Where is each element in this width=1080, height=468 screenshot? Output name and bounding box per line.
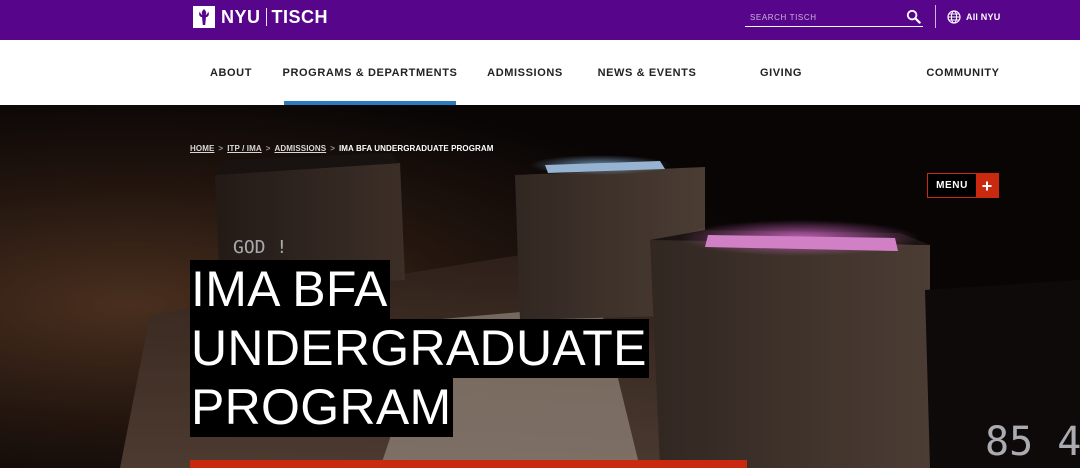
search-box [745,7,923,27]
breadcrumb: HOME > ITP / IMA > ADMISSIONS > IMA BFA … [190,142,494,154]
hero-background-image: GOD ! 85 4 [0,105,1080,468]
nav-admissions-label: ADMISSIONS [487,66,563,79]
breadcrumb-separator: > [330,143,335,153]
logo-nyu-text: NYU [221,7,261,27]
breadcrumb-current: IMA BFA UNDERGRADUATE PROGRAM [338,143,494,153]
top-bar: NYU TISCH All NYU [0,0,1080,40]
hero-accent-bar [190,460,747,468]
nav-news-events[interactable]: NEWS & EVENTS [592,40,702,105]
nav-giving[interactable]: GIVING [746,40,816,105]
search-input[interactable] [750,9,900,25]
breadcrumb-home[interactable]: HOME [190,144,214,153]
menu-label: MENU [936,180,968,191]
main-navigation: ABOUT PROGRAMS & DEPARTMENTS ADMISSIONS … [0,40,1080,105]
nav-admissions[interactable]: ADMISSIONS [478,40,572,105]
nav-programs-departments[interactable]: PROGRAMS & DEPARTMENTS [282,40,458,105]
top-bar-divider [935,5,936,28]
breadcrumb-separator: > [265,143,271,153]
hero-banner: GOD ! 85 4 HOME > ITP / IMA > ADMISSIONS… [0,105,1080,468]
section-menu-button[interactable]: MENU [927,173,999,198]
nyu-torch-icon [193,6,215,28]
nav-news-events-label: NEWS & EVENTS [597,66,697,79]
page-title-line-3: PROGRAM [190,378,454,437]
nav-programs-departments-label: PROGRAMS & DEPARTMENTS [282,66,458,79]
logo-divider [265,8,267,26]
search-icon[interactable] [906,9,921,24]
nav-giving-label: GIVING [759,66,803,79]
nav-community[interactable]: COMMUNITY [920,40,1006,105]
page-title-line-1: IMA BFA [190,260,390,319]
nyu-tisch-logo[interactable]: NYU TISCH [193,6,328,28]
nav-about-label: ABOUT [209,66,253,79]
nav-community-label: COMMUNITY [926,66,1000,79]
nav-about[interactable]: ABOUT [200,40,262,105]
breadcrumb-itp-ima[interactable]: ITP / IMA [227,144,262,153]
breadcrumb-admissions[interactable]: ADMISSIONS [275,144,327,153]
plus-icon [976,174,998,197]
all-nyu-link[interactable]: All NYU [947,9,1000,25]
logo-tisch-text: TISCH [271,7,329,27]
breadcrumb-separator: > [218,143,224,153]
all-nyu-label: All NYU [966,12,1001,22]
globe-icon [947,10,961,24]
page-title-line-2: UNDERGRADUATE [190,319,649,378]
